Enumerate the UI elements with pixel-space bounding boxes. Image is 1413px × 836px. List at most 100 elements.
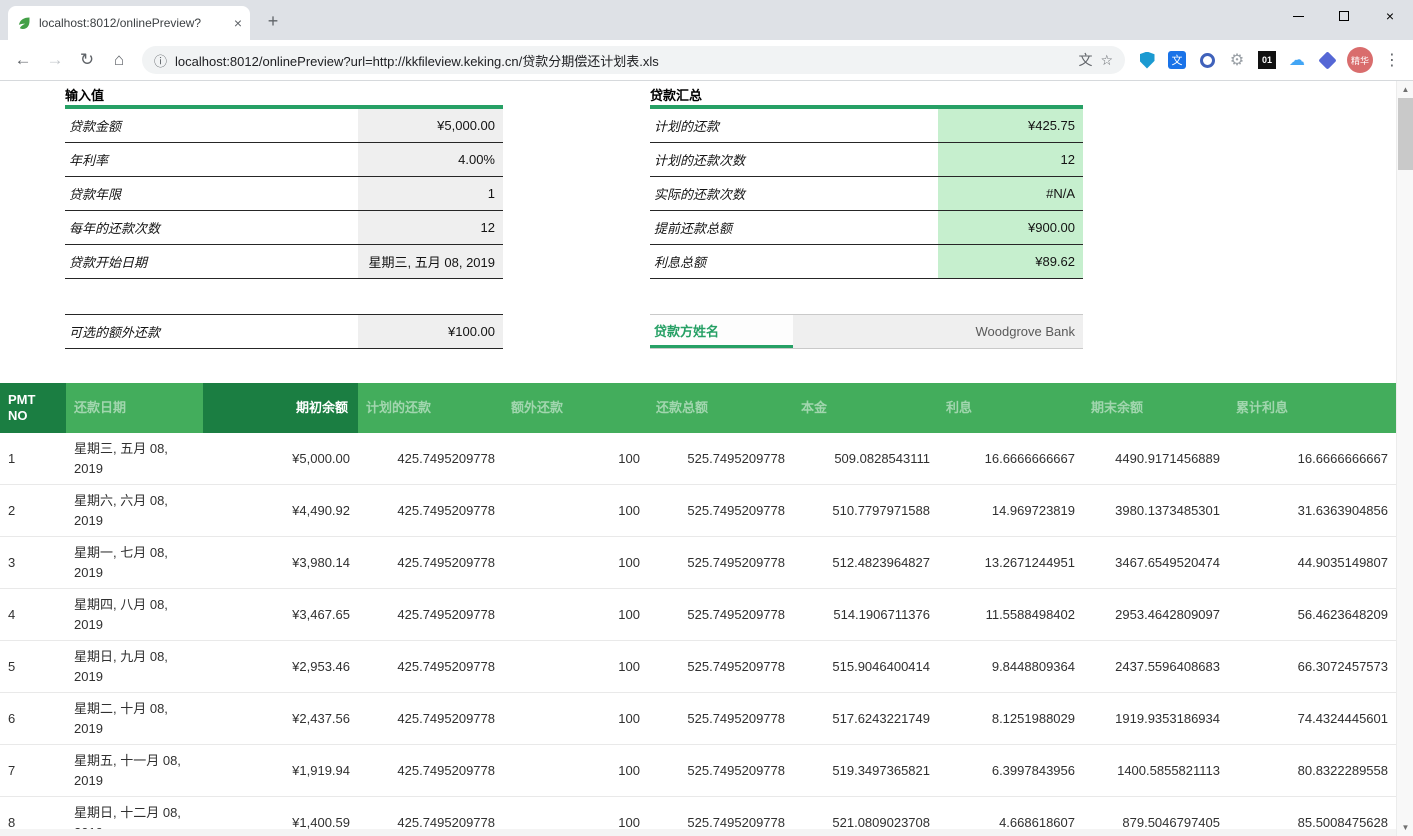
amort-header-cell: 还款总额	[648, 383, 793, 433]
kv-row: 贷款开始日期星期三, 五月 08, 2019	[65, 245, 503, 279]
bookmark-star-icon[interactable]: ☆	[1100, 52, 1113, 69]
forward-button[interactable]: →	[40, 45, 70, 75]
summary-row-value: 12	[938, 143, 1083, 176]
new-tab-button[interactable]: +	[260, 8, 286, 34]
table-cell: 100	[503, 589, 648, 641]
table-cell: 13.2671244951	[938, 537, 1083, 589]
amort-header-cell: 额外还款	[503, 383, 648, 433]
summary-row-label: 利息总额	[650, 245, 938, 278]
extension-gear-icon[interactable]: ⚙	[1224, 47, 1250, 73]
browser-tab[interactable]: localhost:8012/onlinePreview? ×	[8, 6, 250, 40]
kv-row: 贷款金额¥5,000.00	[65, 109, 503, 143]
extra-payment-label: 可选的额外还款	[65, 315, 358, 348]
back-button[interactable]: ←	[8, 45, 38, 75]
page-info-icon[interactable]: ⓘ	[154, 51, 167, 70]
minimize-button[interactable]	[1275, 0, 1321, 32]
translate-ext-icon: 文	[1168, 51, 1186, 69]
amort-header-cell: 期末余额	[1083, 383, 1228, 433]
table-cell: 14.969723819	[938, 485, 1083, 537]
maximize-button[interactable]	[1321, 0, 1367, 32]
summary-row-value: ¥900.00	[938, 211, 1083, 244]
summary-row-label: 计划的还款	[650, 109, 938, 142]
summary-row-label: 提前还款总额	[650, 211, 938, 244]
extra-payment-value: ¥100.00	[358, 315, 503, 348]
table-row: 6星期二, 十月 08, 2019¥2,437.56425.7495209778…	[0, 693, 1396, 745]
extension-ring-icon[interactable]	[1194, 47, 1220, 73]
table-row: 3星期一, 七月 08, 2019¥3,980.14425.7495209778…	[0, 537, 1396, 589]
table-cell: 100	[503, 433, 648, 485]
scrollbar-thumb[interactable]	[1398, 98, 1413, 170]
table-cell: 6.3997843956	[938, 745, 1083, 797]
table-cell: 7	[0, 745, 66, 797]
input-row-label: 贷款开始日期	[65, 245, 358, 278]
kv-row: 计划的还款¥425.75	[650, 109, 1083, 143]
scroll-up-icon[interactable]: ▲	[1397, 81, 1413, 98]
extension-bird-icon[interactable]	[1314, 47, 1340, 73]
url-text[interactable]: localhost:8012/onlinePreview?url=http://…	[175, 51, 1070, 70]
table-row: 5星期日, 九月 08, 2019¥2,953.46425.7495209778…	[0, 641, 1396, 693]
table-cell: 2953.4642809097	[1083, 589, 1228, 641]
profile-avatar[interactable]: 精华	[1347, 47, 1373, 73]
extension-shield-icon[interactable]	[1134, 47, 1160, 73]
address-bar[interactable]: ⓘ localhost:8012/onlinePreview?url=http:…	[142, 46, 1125, 74]
reload-button[interactable]: ↻	[72, 45, 102, 75]
table-cell: 星期二, 十月 08, 2019	[66, 693, 203, 745]
table-cell: 44.9035149807	[1228, 537, 1396, 589]
gear-icon: ⚙	[1230, 50, 1244, 70]
table-cell: 星期四, 八月 08, 2019	[66, 589, 203, 641]
input-row-value: 4.00%	[358, 143, 503, 176]
amortization-table: PMT NO还款日期期初余额计划的还款额外还款还款总额本金利息期末余额累计利息 …	[0, 383, 1396, 836]
table-cell: 425.7495209778	[358, 745, 503, 797]
cloud-icon: ☁	[1289, 50, 1305, 70]
browser-menu-button[interactable]: ⋮	[1379, 50, 1405, 70]
tab-title: localhost:8012/onlinePreview?	[39, 16, 227, 30]
close-window-button[interactable]: ×	[1367, 0, 1413, 32]
vertical-scrollbar[interactable]: ▲ ▼	[1396, 81, 1413, 836]
table-cell: 4	[0, 589, 66, 641]
table-cell: 517.6243221749	[793, 693, 938, 745]
table-cell: 16.6666666667	[1228, 433, 1396, 485]
kv-row: 每年的还款次数12	[65, 211, 503, 245]
minimize-icon	[1293, 16, 1304, 17]
table-cell: 星期三, 五月 08, 2019	[66, 433, 203, 485]
table-cell: 425.7495209778	[358, 693, 503, 745]
input-row-value: 星期三, 五月 08, 2019	[358, 245, 503, 278]
extension-cloud-icon[interactable]: ☁	[1284, 47, 1310, 73]
table-cell: 100	[503, 485, 648, 537]
table-cell: 星期五, 十一月 08, 2019	[66, 745, 203, 797]
summary-table: 计划的还款¥425.75计划的还款次数12实际的还款次数#N/A提前还款总额¥9…	[650, 109, 1083, 279]
extension-translate-icon[interactable]: 文	[1164, 47, 1190, 73]
table-cell: 100	[503, 745, 648, 797]
table-cell: 2437.5596408683	[1083, 641, 1228, 693]
table-cell: 星期一, 七月 08, 2019	[66, 537, 203, 589]
extension-badge-01[interactable]: 01	[1254, 47, 1280, 73]
kv-row: 贷款年限1	[65, 177, 503, 211]
table-cell: 3980.1373485301	[1083, 485, 1228, 537]
amort-header-cell: 利息	[938, 383, 1083, 433]
translate-icon[interactable]: 文	[1078, 50, 1092, 70]
tab-close-icon[interactable]: ×	[234, 16, 242, 30]
table-row: 7星期五, 十一月 08, 2019¥1,919.94425.749520977…	[0, 745, 1396, 797]
home-button[interactable]: ⌂	[104, 45, 134, 75]
maximize-icon	[1339, 11, 1349, 21]
scroll-down-icon[interactable]: ▼	[1397, 819, 1413, 836]
table-cell: ¥2,437.56	[203, 693, 358, 745]
table-cell: ¥2,953.46	[203, 641, 358, 693]
summary-row-label: 实际的还款次数	[650, 177, 938, 210]
table-cell: 525.7495209778	[648, 641, 793, 693]
table-cell: 525.7495209778	[648, 485, 793, 537]
kv-row: 利息总额¥89.62	[650, 245, 1083, 279]
table-cell: 4490.9171456889	[1083, 433, 1228, 485]
input-row-label: 贷款年限	[65, 177, 358, 210]
kv-row: 可选的额外还款 ¥100.00	[65, 315, 503, 349]
table-cell: ¥1,919.94	[203, 745, 358, 797]
leaf-favicon-icon	[16, 15, 32, 31]
extra-payment-row: 可选的额外还款 ¥100.00	[65, 314, 503, 349]
horizontal-scrollbar-track[interactable]	[0, 829, 1396, 836]
badge-01-icon: 01	[1258, 51, 1276, 69]
table-row: 1星期三, 五月 08, 2019¥5,000.00425.7495209778…	[0, 433, 1396, 485]
table-cell: 31.6363904856	[1228, 485, 1396, 537]
lender-value: Woodgrove Bank	[793, 315, 1083, 348]
amort-header-cell: 还款日期	[66, 383, 203, 433]
table-cell: 1919.9353186934	[1083, 693, 1228, 745]
